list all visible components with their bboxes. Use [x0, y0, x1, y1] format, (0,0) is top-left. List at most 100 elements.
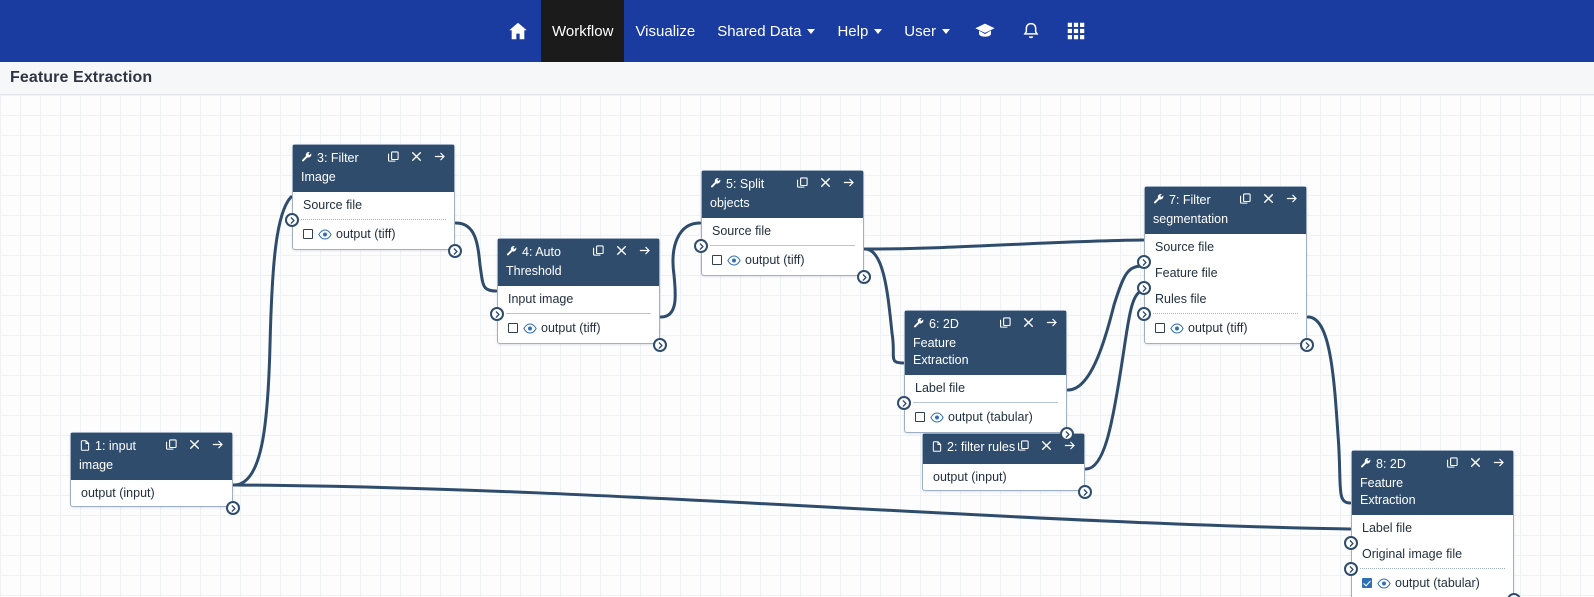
duplicate-icon[interactable]	[165, 438, 178, 451]
arrow-right-icon[interactable]	[211, 438, 225, 451]
node-header[interactable]: 3: Filter Image	[293, 145, 454, 192]
page-title: Feature Extraction	[10, 69, 152, 87]
duplicate-icon[interactable]	[1239, 192, 1252, 205]
close-icon[interactable]	[1469, 456, 1482, 469]
output-port[interactable]	[448, 244, 462, 258]
duplicate-icon[interactable]	[796, 176, 809, 189]
node-input-label: Label file	[1362, 521, 1412, 535]
workflow-node-8[interactable]: 8: 2D Feature Extraction	[1351, 450, 1514, 597]
node-actions	[1239, 192, 1299, 205]
node-actions	[1017, 439, 1077, 452]
workflow-edge[interactable]	[1086, 291, 1143, 469]
arrow-right-icon[interactable]	[433, 150, 447, 163]
node-header[interactable]: 8: 2D Feature Extraction	[1352, 451, 1513, 515]
duplicate-icon[interactable]	[999, 316, 1012, 329]
node-input-label: Source file	[303, 198, 362, 212]
input-port[interactable]	[1344, 536, 1358, 550]
node-output-label: output (tiff)	[745, 253, 805, 267]
nav-item-visualize[interactable]: Visualize	[624, 0, 706, 62]
output-checkbox[interactable]	[508, 323, 518, 333]
workflow-edge[interactable]	[1308, 317, 1350, 503]
output-port[interactable]	[653, 338, 667, 352]
node-input-label: Input image	[508, 292, 573, 306]
nav-item-shared-data[interactable]: Shared Data	[706, 0, 826, 62]
close-icon[interactable]	[1022, 316, 1035, 329]
node-output-label: output (tabular)	[948, 410, 1033, 424]
arrow-right-icon[interactable]	[1285, 192, 1299, 205]
output-port[interactable]	[1300, 338, 1314, 352]
eye-icon[interactable]	[1377, 577, 1391, 593]
workflow-edge[interactable]	[1068, 266, 1143, 390]
workflow-node-3[interactable]: 3: Filter Image	[292, 144, 455, 250]
arrow-right-icon[interactable]	[638, 244, 652, 257]
bell-icon[interactable]	[1009, 0, 1053, 62]
node-input-row: Source file	[702, 218, 863, 244]
arrow-right-icon[interactable]	[1045, 316, 1059, 329]
eye-icon[interactable]	[1170, 322, 1184, 338]
home-icon[interactable]	[495, 0, 541, 62]
duplicate-icon[interactable]	[1446, 456, 1459, 469]
workflow-node-5[interactable]: 5: Split objects	[701, 170, 864, 276]
eye-icon[interactable]	[727, 254, 741, 270]
input-port[interactable]	[1344, 562, 1358, 576]
grid-apps-icon[interactable]	[1053, 0, 1099, 62]
workflow-edge[interactable]	[234, 485, 1350, 529]
close-icon[interactable]	[615, 244, 628, 257]
workflow-edge[interactable]	[661, 223, 700, 317]
input-port[interactable]	[490, 307, 504, 321]
close-icon[interactable]	[1040, 439, 1053, 452]
workflow-node-1[interactable]: 1: input image	[70, 432, 233, 507]
node-body: Input imageoutput (tiff)	[498, 286, 659, 343]
output-checkbox[interactable]	[303, 229, 313, 239]
nav-item-user[interactable]: User	[893, 0, 961, 62]
duplicate-icon[interactable]	[592, 244, 605, 257]
output-checkbox[interactable]	[1362, 578, 1372, 588]
input-port[interactable]	[285, 213, 299, 227]
output-checkbox[interactable]	[1155, 323, 1165, 333]
nav-item-workflow[interactable]: Workflow	[541, 0, 624, 62]
duplicate-icon[interactable]	[1017, 439, 1030, 452]
workflow-canvas[interactable]: 1: input image	[0, 95, 1594, 597]
workflow-edge[interactable]	[234, 197, 291, 485]
close-icon[interactable]	[819, 176, 832, 189]
output-checkbox[interactable]	[712, 255, 722, 265]
input-port[interactable]	[1137, 281, 1151, 295]
nav-item-help[interactable]: Help	[826, 0, 893, 62]
graduation-cap-icon[interactable]	[961, 0, 1009, 62]
arrow-right-icon[interactable]	[1492, 456, 1506, 469]
node-header[interactable]: 4: Auto Threshold	[498, 239, 659, 286]
node-header[interactable]: 6: 2D Feature Extraction	[905, 311, 1066, 375]
workflow-node-6[interactable]: 6: 2D Feature Extraction	[904, 310, 1067, 433]
workflow-node-7[interactable]: 7: Filter segmentation	[1144, 186, 1307, 344]
node-body: Label fileOriginal image fileoutput (tab…	[1352, 515, 1513, 597]
input-port[interactable]	[694, 239, 708, 253]
workflow-node-4[interactable]: 4: Auto Threshold	[497, 238, 660, 344]
arrow-right-icon[interactable]	[842, 176, 856, 189]
eye-icon[interactable]	[318, 228, 332, 244]
output-checkbox[interactable]	[915, 412, 925, 422]
input-port[interactable]	[897, 396, 911, 410]
node-header[interactable]: 7: Filter segmentation	[1145, 187, 1306, 234]
node-header[interactable]: 2: filter rules	[923, 434, 1084, 464]
workflow-edge[interactable]	[865, 249, 903, 363]
nav-item-label: Workflow	[552, 23, 613, 40]
workflow-edge[interactable]	[865, 240, 1143, 249]
input-port[interactable]	[1137, 307, 1151, 321]
eye-icon[interactable]	[523, 322, 537, 338]
duplicate-icon[interactable]	[387, 150, 400, 163]
output-port[interactable]	[226, 501, 240, 515]
node-header[interactable]: 1: input image	[71, 433, 232, 480]
output-port[interactable]	[1078, 485, 1092, 499]
workflow-node-2[interactable]: 2: filter rules	[922, 433, 1085, 491]
eye-icon[interactable]	[930, 411, 944, 427]
output-port[interactable]	[857, 270, 871, 284]
node-input-label: Original image file	[1362, 547, 1462, 561]
close-icon[interactable]	[410, 150, 423, 163]
output-port[interactable]	[1060, 427, 1074, 441]
close-icon[interactable]	[188, 438, 201, 451]
workflow-edge[interactable]	[456, 223, 496, 291]
close-icon[interactable]	[1262, 192, 1275, 205]
wrench-icon	[1153, 193, 1165, 211]
node-header[interactable]: 5: Split objects	[702, 171, 863, 218]
input-port[interactable]	[1137, 255, 1151, 269]
